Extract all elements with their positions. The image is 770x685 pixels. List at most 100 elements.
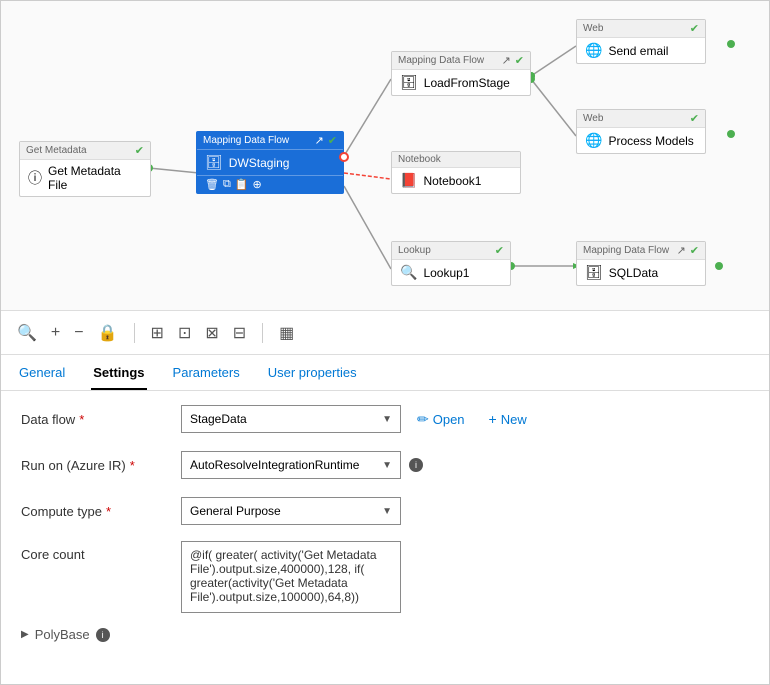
- get-metadata-icon: ⓘ: [28, 168, 42, 188]
- node-process-models-body: 🌐 Process Models: [577, 128, 705, 153]
- node-process-models-label: Process Models: [608, 134, 693, 148]
- add-icon[interactable]: +: [51, 324, 60, 342]
- external-link-icon-2[interactable]: ↗: [502, 54, 511, 67]
- compute-type-row: Compute type * General Purpose ▼: [21, 495, 749, 527]
- tab-user-properties[interactable]: User properties: [266, 357, 359, 390]
- node-load-from-stage-body: 🗄 LoadFromStage: [392, 70, 530, 95]
- node-lookup1-check: ✔: [495, 244, 504, 257]
- node-notebook1-label: Notebook1: [423, 174, 481, 188]
- compute-type-label: Compute type *: [21, 504, 181, 519]
- zoom-fit-icon[interactable]: ⊡: [178, 323, 191, 343]
- core-count-label: Core count: [21, 541, 181, 562]
- core-count-control: @if( greater( activity('Get Metadata Fil…: [181, 541, 749, 613]
- plus-icon: +: [489, 411, 497, 427]
- tab-settings[interactable]: Settings: [91, 357, 146, 390]
- run-on-control: AutoResolveIntegrationRuntime ▼ i: [181, 451, 749, 479]
- new-button[interactable]: + New: [481, 407, 535, 431]
- node-load-from-stage[interactable]: Mapping Data Flow ↗ ✔ 🗄 LoadFromStage: [391, 51, 531, 96]
- fit-view-icon[interactable]: ⊞: [151, 323, 164, 343]
- compute-type-control: General Purpose ▼: [181, 497, 749, 525]
- node-notebook1-body: 📕 Notebook1: [392, 168, 520, 193]
- run-on-select[interactable]: AutoResolveIntegrationRuntime ▼: [181, 451, 401, 479]
- divider-2: [262, 323, 263, 343]
- node-lookup1[interactable]: Lookup ✔ 🔍 Lookup1: [391, 241, 511, 286]
- node-sql-data-body: 🗄 SQLData: [577, 260, 705, 285]
- send-email-icon: 🌐: [585, 42, 602, 59]
- compute-type-select[interactable]: General Purpose ▼: [181, 497, 401, 525]
- node-dw-staging-body: 🗄 DWStaging: [197, 150, 343, 175]
- data-flow-select[interactable]: StageData ▼: [181, 405, 401, 433]
- node-process-models[interactable]: Web ✔ 🌐 Process Models: [576, 109, 706, 154]
- node-sql-data-header: Mapping Data Flow ↗ ✔: [577, 242, 705, 260]
- node-send-email-label: Send email: [608, 44, 668, 58]
- run-on-row: Run on (Azure IR) * AutoResolveIntegrati…: [21, 449, 749, 481]
- expand-arrow-icon: ▶: [21, 629, 29, 640]
- polybase-label: PolyBase: [35, 627, 90, 642]
- node-lfs-check: ✔: [515, 54, 524, 67]
- main-container: Get Metadata ✔ ⓘ Get Metadata File Mappi…: [0, 0, 770, 685]
- tab-general[interactable]: General: [17, 357, 67, 390]
- canvas-area: Get Metadata ✔ ⓘ Get Metadata File Mappi…: [1, 1, 769, 311]
- node-dw-staging-label: DWStaging: [229, 156, 290, 170]
- lock-icon[interactable]: 🔒: [98, 323, 118, 343]
- node-lookup1-label: Lookup1: [423, 266, 469, 280]
- node-load-from-stage-label: LoadFromStage: [424, 76, 510, 90]
- dropdown-arrow-2: ▼: [382, 460, 392, 471]
- external-link-icon-3[interactable]: ↗: [677, 244, 686, 257]
- notebook-icon: 📕: [400, 172, 417, 189]
- node-sql-data-check: ✔: [690, 244, 699, 257]
- node-load-from-stage-header: Mapping Data Flow ↗ ✔: [392, 52, 530, 70]
- add-output-icon[interactable]: ⊕: [253, 178, 262, 191]
- tab-parameters[interactable]: Parameters: [171, 357, 242, 390]
- divider-1: [134, 323, 135, 343]
- node-lookup1-header: Lookup ✔: [392, 242, 510, 260]
- copy-icon[interactable]: ⧉: [223, 178, 231, 191]
- data-flow-row: Data flow * StageData ▼ ✏ Open + New: [21, 403, 749, 435]
- delete-icon[interactable]: 🗑: [205, 178, 219, 191]
- node-sql-data-label: SQLData: [609, 266, 658, 280]
- lfs-icon: 🗄: [400, 74, 418, 91]
- minus-icon[interactable]: −: [74, 324, 83, 342]
- required-star: *: [79, 412, 84, 427]
- dw-staging-icon: 🗄: [205, 154, 223, 171]
- core-count-row: Core count @if( greater( activity('Get M…: [21, 541, 749, 613]
- polybase-row[interactable]: ▶ PolyBase i: [21, 627, 749, 642]
- node-dw-staging[interactable]: Mapping Data Flow ↗ ✔ 🗄 DWStaging 🗑 ⧉ 📋 …: [196, 131, 344, 194]
- dropdown-arrow: ▼: [382, 414, 392, 425]
- node-send-email[interactable]: Web ✔ 🌐 Send email: [576, 19, 706, 64]
- node-notebook1-header: Notebook: [392, 152, 520, 168]
- node-get-metadata[interactable]: Get Metadata ✔ ⓘ Get Metadata File: [19, 141, 151, 197]
- dropdown-arrow-3: ▼: [382, 506, 392, 517]
- grid-icon[interactable]: ▦: [279, 323, 294, 343]
- data-flow-label: Data flow *: [21, 412, 181, 427]
- node-process-models-header: Web ✔: [577, 110, 705, 128]
- open-button[interactable]: ✏ Open: [409, 407, 473, 432]
- clone-icon[interactable]: 📋: [235, 178, 249, 191]
- external-link-icon[interactable]: ↗: [315, 134, 324, 147]
- error-connector: [339, 152, 349, 162]
- sql-data-icon: 🗄: [585, 264, 603, 281]
- tabs-bar: General Settings Parameters User propert…: [1, 355, 769, 391]
- run-on-label: Run on (Azure IR) *: [21, 458, 181, 473]
- node-get-metadata-body: ⓘ Get Metadata File: [20, 160, 150, 196]
- node-status-check: ✔: [135, 144, 144, 157]
- node-dw-staging-header: Mapping Data Flow ↗ ✔: [197, 132, 343, 150]
- lookup-icon: 🔍: [400, 264, 417, 281]
- node-process-models-check: ✔: [690, 112, 699, 125]
- info-icon[interactable]: i: [409, 458, 423, 472]
- properties-panel: Data flow * StageData ▼ ✏ Open + New: [1, 391, 769, 684]
- node-lookup1-body: 🔍 Lookup1: [392, 260, 510, 285]
- data-flow-control: StageData ▼ ✏ Open + New: [181, 405, 749, 433]
- search-icon[interactable]: 🔍: [17, 323, 37, 343]
- node-send-email-header: Web ✔: [577, 20, 705, 38]
- canvas-toolbar: 🔍 + − 🔒 ⊞ ⊡ ⊠ ⊟ ▦: [1, 311, 769, 355]
- node-sql-data[interactable]: Mapping Data Flow ↗ ✔ 🗄 SQLData: [576, 241, 706, 286]
- polybase-info-icon[interactable]: i: [96, 628, 110, 642]
- layout-icon[interactable]: ⊟: [233, 323, 246, 343]
- node-send-email-body: 🌐 Send email: [577, 38, 705, 63]
- core-count-textarea[interactable]: @if( greater( activity('Get Metadata Fil…: [181, 541, 401, 613]
- process-models-icon: 🌐: [585, 132, 602, 149]
- node-notebook1[interactable]: Notebook 📕 Notebook1: [391, 151, 521, 194]
- select-all-icon[interactable]: ⊠: [205, 323, 218, 343]
- node-get-metadata-header: Get Metadata ✔: [20, 142, 150, 160]
